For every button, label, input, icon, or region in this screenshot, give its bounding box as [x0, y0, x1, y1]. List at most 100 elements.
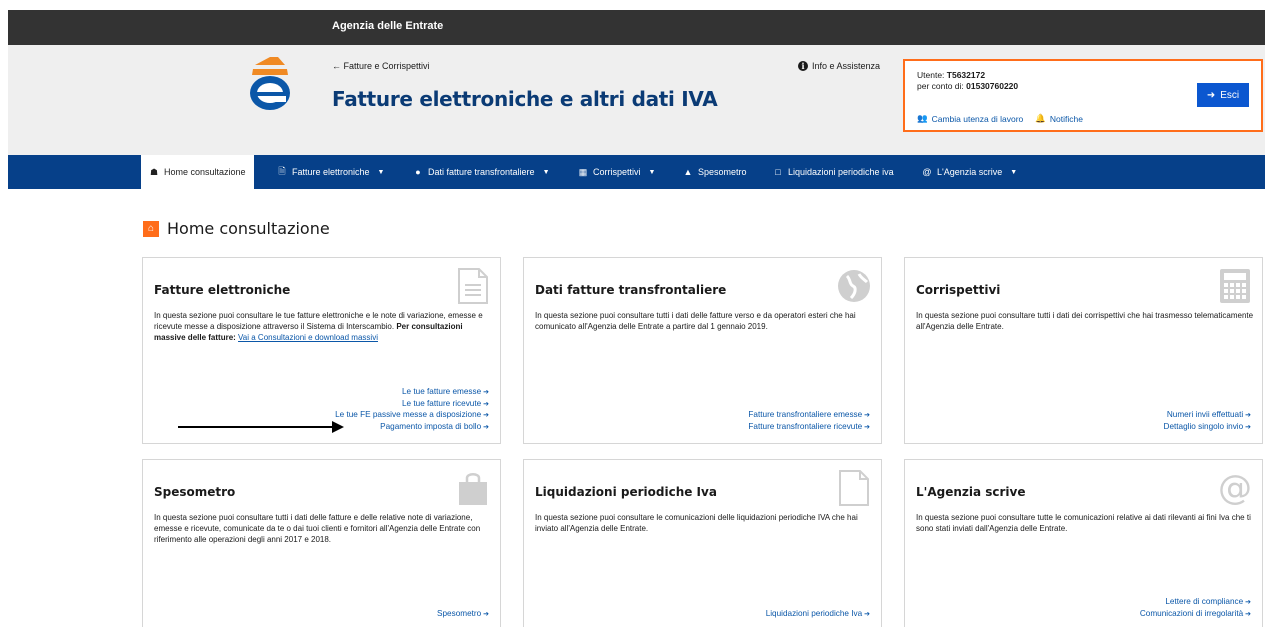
card-title: L'Agenzia scrive	[916, 485, 1026, 499]
annotation-arrow-line	[178, 426, 338, 428]
caret-down-icon: ▼	[648, 168, 656, 176]
card-description: In questa sezione puoi consultare tutti …	[535, 311, 856, 331]
link-lettere-compliance[interactable]: Lettere di compliance	[1140, 597, 1251, 609]
calculator-icon: ▦	[578, 166, 588, 177]
agenzia-logo-icon	[250, 57, 290, 110]
nav-liquidazioni[interactable]: □ Liquidazioni periodiche iva	[773, 155, 894, 189]
back-link[interactable]: ← Fatture e Corrispettivi	[332, 61, 430, 71]
nav-corrispettivi[interactable]: ▦ Corrispettivi ▼	[578, 155, 656, 189]
card-fatture-elettroniche: Fatture elettroniche In questa sezione p…	[142, 257, 501, 444]
file-icon	[839, 470, 869, 506]
card-links: Fatture transfrontaliere emesse Fatture …	[748, 410, 870, 433]
user-links: 👥 Cambia utenza di lavoro 🔔 Notifiche	[917, 113, 1083, 124]
info-icon: i	[798, 61, 808, 71]
agency-name: Agenzia delle Entrate	[332, 20, 444, 32]
annotation-arrow-head	[332, 421, 344, 433]
bag-icon: ▲	[683, 167, 693, 177]
bag-icon	[459, 473, 487, 505]
document-icon	[458, 268, 488, 304]
nav-home-consultazione[interactable]: ☗ Home consultazione	[141, 155, 254, 189]
nav-label: L'Agenzia scrive	[937, 167, 1003, 177]
card-title: Corrispettivi	[916, 283, 1001, 297]
card-title: Spesometro	[154, 485, 236, 499]
card-title: Dati fatture transfrontaliere	[535, 283, 727, 297]
card-description: In questa sezione puoi consultare le tue…	[154, 310, 494, 343]
account-value: 01530760220	[966, 81, 1019, 91]
file-icon: □	[775, 167, 781, 177]
at-icon: @	[1218, 470, 1252, 506]
nav-label: Corrispettivi	[593, 167, 641, 177]
page-title: Fatture elettroniche e altri dati IVA	[332, 87, 718, 111]
logout-label: Esci	[1220, 89, 1240, 101]
card-description: In questa sezione puoi consultare tutti …	[154, 513, 481, 544]
massive-download-link[interactable]: Vai a Consultazioni e download massivi	[238, 333, 378, 342]
svg-text:@: @	[1218, 470, 1252, 506]
top-bar: Agenzia delle Entrate	[8, 10, 1265, 45]
nav-label: Spesometro	[698, 167, 747, 177]
globe-icon	[838, 270, 870, 302]
card-links: Liquidazioni periodiche Iva	[766, 609, 870, 621]
info-link[interactable]: i Info e Assistenza	[798, 61, 880, 71]
at-icon: @	[922, 167, 932, 177]
link-imposta-bollo[interactable]: Pagamento imposta di bollo	[335, 422, 489, 434]
nav-agenzia-scrive[interactable]: @ L'Agenzia scrive ▼	[922, 155, 1017, 189]
link-comunicazioni-irregolarita[interactable]: Comunicazioni di irregolarità	[1140, 609, 1251, 621]
card-links: Le tue fatture emesse Le tue fatture ric…	[335, 387, 489, 433]
link-spesometro[interactable]: Spesometro	[437, 609, 489, 621]
nav-label: Dati fatture transfrontaliere	[428, 167, 535, 177]
account-label: per conto di:	[917, 81, 967, 91]
calculator-icon	[1220, 269, 1250, 303]
link-transfrontaliere-emesse[interactable]: Fatture transfrontaliere emesse	[748, 410, 870, 422]
link-fatture-emesse[interactable]: Le tue fatture emesse	[335, 387, 489, 399]
card-description: In questa sezione puoi consultare le com…	[535, 513, 858, 533]
card-title: Liquidazioni periodiche Iva	[535, 485, 717, 499]
logout-icon: ➜	[1206, 89, 1216, 101]
section-title: ⌂ Home consultazione	[143, 219, 330, 238]
card-description: In questa sezione puoi consultare tutti …	[916, 311, 1254, 331]
link-dettaglio-invio[interactable]: Dettaglio singolo invio	[1164, 422, 1251, 434]
link-transfrontaliere-ricevute[interactable]: Fatture transfrontaliere ricevute	[748, 422, 870, 434]
card-title: Fatture elettroniche	[154, 283, 291, 297]
card-corrispettivi: Corrispettivi In questa sezione puoi con…	[904, 257, 1263, 444]
home-icon: ⌂	[143, 220, 159, 237]
card-liquidazioni: Liquidazioni periodiche Iva In questa se…	[523, 459, 882, 627]
logout-button[interactable]: ➜ Esci	[1197, 83, 1249, 107]
nav-fatture-elettroniche[interactable]: 🗎 Fatture elettroniche ▼	[277, 155, 384, 189]
link-fe-passive[interactable]: Le tue FE passive messe a disposizione	[335, 410, 489, 422]
link-fatture-ricevute[interactable]: Le tue fatture ricevute	[335, 399, 489, 411]
nav-label: Fatture elettroniche	[292, 167, 370, 177]
bell-icon: 🔔	[1035, 113, 1046, 123]
card-transfrontaliere: Dati fatture transfrontaliere In questa …	[523, 257, 882, 444]
caret-down-icon: ▼	[1010, 168, 1018, 176]
caret-down-icon: ▼	[377, 168, 385, 176]
card-links: Spesometro	[437, 609, 489, 621]
link-liquidazioni[interactable]: Liquidazioni periodiche Iva	[766, 609, 870, 621]
change-user-label: Cambia utenza di lavoro	[931, 113, 1024, 124]
section-title-text: Home consultazione	[167, 219, 330, 238]
nav-dati-transfrontaliere[interactable]: ● Dati fatture transfrontaliere ▼	[413, 155, 550, 189]
header: ← Fatture e Corrispettivi Fatture elettr…	[8, 45, 1265, 155]
nav-label: Home consultazione	[164, 167, 246, 177]
home-icon: ☗	[149, 166, 159, 177]
nav-label: Liquidazioni periodiche iva	[788, 167, 894, 177]
notifications-link[interactable]: 🔔 Notifiche	[1035, 113, 1083, 124]
card-links: Lettere di compliance Comunicazioni di i…	[1140, 597, 1251, 620]
info-label: Info e Assistenza	[812, 61, 881, 71]
card-description: In questa sezione puoi consultare tutte …	[916, 513, 1251, 533]
nav-spesometro[interactable]: ▲ Spesometro	[683, 155, 747, 189]
user-value: T5632172	[946, 70, 986, 80]
main-nav: ☗ Home consultazione 🗎 Fatture elettroni…	[8, 155, 1265, 189]
user-label: Utente:	[917, 70, 947, 80]
card-spesometro: Spesometro In questa sezione puoi consul…	[142, 459, 501, 627]
users-icon: 👥	[917, 113, 928, 123]
link-numeri-invii[interactable]: Numeri invii effettuati	[1164, 410, 1251, 422]
card-agenzia-scrive: @ L'Agenzia scrive In questa sezione puo…	[904, 459, 1263, 627]
user-box: Utente: T5632172 per conto di: 015307602…	[903, 59, 1263, 132]
change-user-link[interactable]: 👥 Cambia utenza di lavoro	[917, 113, 1023, 124]
notifications-label: Notifiche	[1049, 113, 1083, 124]
user-id-line: Utente: T5632172	[917, 70, 985, 80]
globe-icon: ●	[415, 167, 421, 177]
card-links: Numeri invii effettuati Dettaglio singol…	[1164, 410, 1251, 433]
account-line: per conto di: 01530760220	[917, 81, 1018, 91]
caret-down-icon: ▼	[542, 168, 550, 176]
